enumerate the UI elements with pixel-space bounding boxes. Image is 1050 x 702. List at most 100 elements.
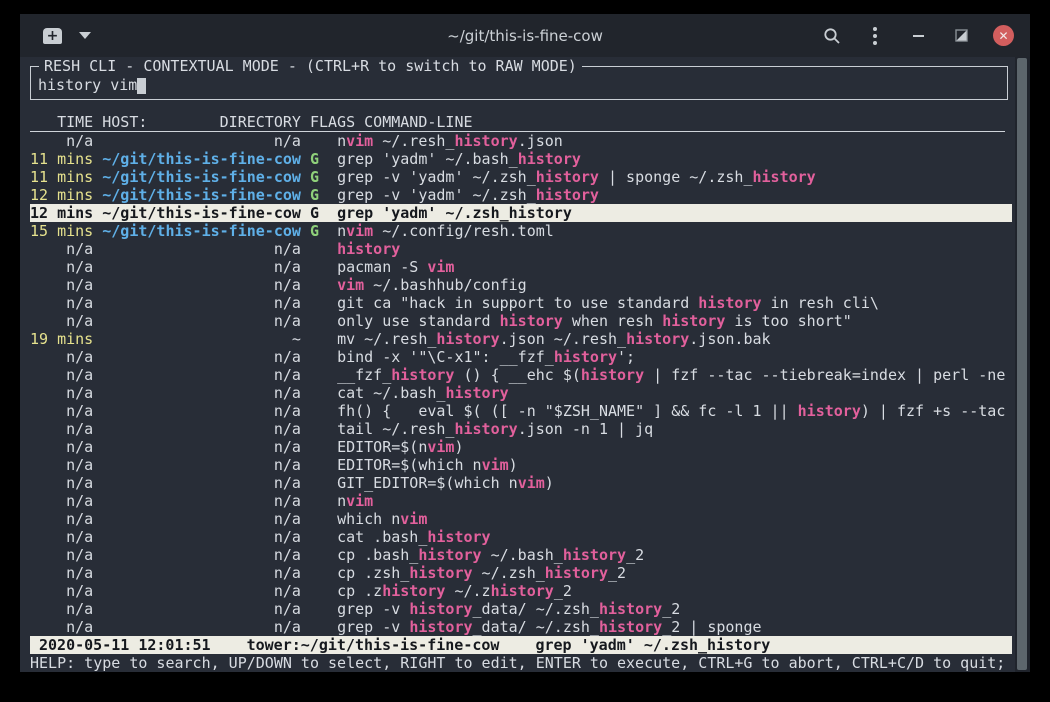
row-directory: ~/git/this-is-fine-cow — [93, 168, 301, 186]
command-text: .json.bak — [689, 330, 770, 348]
history-row[interactable]: n/a n/a GIT_EDITOR=$(which nvim) — [30, 474, 1012, 492]
row-flag — [301, 132, 337, 150]
history-row[interactable]: n/a n/a history — [30, 240, 1012, 258]
row-directory: n/a — [93, 474, 301, 492]
search-query-text: history vim — [38, 76, 137, 94]
row-time: n/a — [30, 132, 93, 150]
row-directory: n/a — [93, 240, 301, 258]
match-highlight: vim — [346, 492, 373, 510]
match-highlight: history — [581, 366, 644, 384]
status-location: tower:~/git/this-is-fine-cow — [247, 636, 500, 654]
command-text: grep -v — [337, 600, 409, 618]
command-text: ~/.config/resh.toml — [373, 222, 554, 240]
history-row[interactable]: n/a n/a grep -v history_data/ ~/.zsh_his… — [30, 600, 1012, 618]
history-table-body: n/a n/a nvim ~/.resh_history.json11 mins… — [30, 132, 1012, 636]
command-text: pacman -S — [337, 258, 427, 276]
row-directory: n/a — [93, 438, 301, 456]
history-row[interactable]: n/a n/a tail ~/.resh_history.json -n 1 |… — [30, 420, 1012, 438]
new-tab-button[interactable]: + — [43, 28, 62, 44]
match-highlight: history — [798, 402, 861, 420]
history-row[interactable]: n/a n/a bind -x '"\C-x1": __fzf_history'… — [30, 348, 1012, 366]
row-time: n/a — [30, 294, 93, 312]
status-bar: 2020-05-11 12:01:51 tower:~/git/this-is-… — [30, 636, 1012, 654]
history-row[interactable]: n/a n/a which nvim — [30, 510, 1012, 528]
history-row[interactable]: n/a n/a cp .bash_history ~/.bash_history… — [30, 546, 1012, 564]
new-tab-icon: + — [47, 29, 59, 43]
history-row[interactable]: n/a n/a nvim ~/.resh_history.json — [30, 132, 1012, 150]
row-time: 11 mins — [30, 168, 93, 186]
history-row[interactable]: n/a n/a pacman -S vim — [30, 258, 1012, 276]
history-row[interactable]: 19 mins ~ mv ~/.resh_history.json ~/.res… — [30, 330, 1012, 348]
match-highlight: vim — [346, 222, 373, 240]
row-flag: G — [301, 186, 337, 204]
search-button[interactable] — [821, 25, 843, 47]
chevron-down-icon[interactable] — [79, 32, 91, 39]
history-row[interactable]: 12 mins ~/git/this-is-fine-cow G grep -v… — [30, 186, 1012, 204]
command-text: when resh — [563, 312, 662, 330]
close-button[interactable]: ✕ — [993, 25, 1014, 46]
row-directory: n/a — [93, 528, 301, 546]
history-row[interactable]: n/a n/a cat ~/.bash_history — [30, 384, 1012, 402]
history-row[interactable]: n/a n/a cp .zsh_history ~/.zsh_history_2 — [30, 564, 1012, 582]
scrollbar[interactable] — [1015, 57, 1030, 672]
help-bar: HELP: type to search, UP/DOWN to select,… — [30, 654, 1030, 672]
row-time: n/a — [30, 546, 93, 564]
match-highlight: history — [536, 186, 599, 204]
command-text: ~/.resh_ — [373, 132, 454, 150]
command-text: cat .bash_ — [337, 528, 427, 546]
match-highlight: vim — [482, 456, 509, 474]
row-time: n/a — [30, 276, 93, 294]
command-text: .json -n 1 | jq — [518, 420, 653, 438]
command-text: cp .bash_ — [337, 546, 418, 564]
search-query-input[interactable]: history vim — [38, 76, 146, 94]
history-row[interactable]: n/a n/a EDITOR=$(which nvim) — [30, 456, 1012, 474]
row-flag — [301, 492, 337, 510]
command-text: cp .zsh_ — [337, 564, 409, 582]
row-directory: n/a — [93, 600, 301, 618]
command-text: __fzf_ — [337, 366, 391, 384]
row-time: 15 mins — [30, 222, 93, 240]
history-row[interactable]: n/a n/a cat .bash_history — [30, 528, 1012, 546]
restore-button[interactable] — [950, 25, 972, 47]
row-flag: G — [301, 168, 337, 186]
history-row[interactable]: n/a n/a fh() { eval $( ([ -n "$ZSH_NAME"… — [30, 402, 1012, 420]
history-row[interactable]: 11 mins ~/git/this-is-fine-cow G grep 'y… — [30, 150, 1012, 168]
table-header: TIME HOST: DIRECTORY FLAGS COMMAND-LINE — [30, 113, 1005, 132]
history-row[interactable]: n/a n/a __fzf_history () { __ehc $(histo… — [30, 366, 1012, 384]
command-text: _2 — [626, 546, 644, 564]
command-text: in resh cli\ — [762, 294, 879, 312]
command-text: _2 — [662, 600, 680, 618]
command-text: _2 — [608, 564, 626, 582]
row-time: n/a — [30, 492, 93, 510]
menu-button[interactable] — [864, 25, 886, 47]
row-directory: n/a — [93, 276, 301, 294]
history-row[interactable]: n/a n/a grep -v history_data/ ~/.zsh_his… — [30, 618, 1012, 636]
command-text: git ca "hack in support to use standard — [337, 294, 698, 312]
minimize-button[interactable] — [907, 25, 929, 47]
command-text: tail ~/.resh_ — [337, 420, 454, 438]
search-box: RESH CLI - CONTEXTUAL MODE - (CTRL+R to … — [30, 66, 1008, 100]
history-row[interactable]: n/a n/a EDITOR=$(nvim) — [30, 438, 1012, 456]
scrollbar-thumb[interactable] — [1017, 58, 1027, 670]
command-text: ) — [509, 456, 518, 474]
history-row[interactable]: n/a n/a only use standard history when r… — [30, 312, 1012, 330]
command-text: EDITOR=$(which n — [337, 456, 482, 474]
command-text: .json ~/.resh_ — [500, 330, 626, 348]
history-row-selected[interactable]: 12 mins ~/git/this-is-fine-cow G grep 'y… — [30, 204, 1012, 222]
history-row[interactable]: n/a n/a cp .zhistory ~/.zhistory_2 — [30, 582, 1012, 600]
history-row[interactable]: n/a n/a vim ~/.bashhub/config — [30, 276, 1012, 294]
command-text: ) — [454, 438, 463, 456]
status-command: grep 'yadm' ~/.zsh_history — [535, 636, 770, 654]
match-highlight: history — [391, 366, 454, 384]
history-row[interactable]: n/a n/a nvim — [30, 492, 1012, 510]
row-flag — [301, 384, 337, 402]
command-text: ) — [545, 474, 554, 492]
history-row[interactable]: 11 mins ~/git/this-is-fine-cow G grep -v… — [30, 168, 1012, 186]
history-row[interactable]: 15 mins ~/git/this-is-fine-cow G nvim ~/… — [30, 222, 1012, 240]
row-directory: n/a — [93, 312, 301, 330]
match-highlight: history — [599, 618, 662, 636]
history-row[interactable]: n/a n/a git ca "hack in support to use s… — [30, 294, 1012, 312]
row-directory: n/a — [93, 366, 301, 384]
match-highlight: history — [518, 150, 581, 168]
row-time: n/a — [30, 312, 93, 330]
